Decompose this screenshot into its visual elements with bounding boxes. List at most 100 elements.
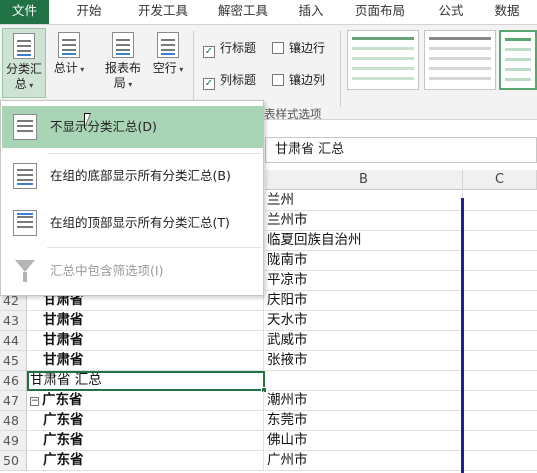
- blank-rows-icon: [157, 32, 179, 58]
- tab-decrypt[interactable]: 解密工具: [208, 0, 278, 24]
- cell-b[interactable]: 潮州市: [265, 391, 463, 411]
- cell-a-text: 广东省: [43, 432, 84, 448]
- report-layout-button[interactable]: 报表布局 ▾: [100, 28, 146, 98]
- subtotals-bottom-icon: [13, 163, 37, 189]
- cell-b[interactable]: 东莞市: [265, 411, 463, 431]
- tab-page-layout[interactable]: 页面布局: [344, 0, 416, 24]
- blank-rows-button[interactable]: 空行 ▾: [150, 28, 186, 98]
- cell-b[interactable]: [265, 371, 463, 391]
- menu-item-label: 汇总中包含筛选项(I): [50, 263, 164, 278]
- cell-c[interactable]: [463, 311, 537, 331]
- style-row: [352, 67, 414, 70]
- subtotals-button[interactable]: 分类汇总 ▾: [2, 28, 46, 98]
- banded-columns-checkbox[interactable]: 镶边列: [272, 73, 325, 87]
- pivot-style-2[interactable]: [424, 30, 496, 90]
- row-header[interactable]: 49: [0, 431, 27, 451]
- cell-a[interactable]: 广东省: [27, 411, 264, 431]
- page-break-line: [461, 198, 464, 473]
- style-row: [352, 37, 414, 40]
- pivot-style-3[interactable]: [499, 30, 537, 90]
- cell-c[interactable]: [463, 211, 537, 231]
- tab-formulas[interactable]: 公式: [428, 0, 474, 24]
- cell-b[interactable]: 庆阳市: [265, 291, 463, 311]
- cell-c[interactable]: [463, 411, 537, 431]
- style-row: [505, 38, 531, 41]
- checkbox-box: [272, 42, 284, 54]
- cell-a[interactable]: − 广东省: [27, 391, 264, 411]
- cell-b[interactable]: 天水市: [265, 311, 463, 331]
- cell-b[interactable]: 兰州: [265, 191, 463, 211]
- cell-a-text: 广东省: [43, 452, 84, 468]
- row-header[interactable]: 45: [0, 351, 27, 371]
- cell-a[interactable]: 广东省: [27, 451, 264, 471]
- pivot-style-1[interactable]: [347, 30, 419, 90]
- row-headers-checkbox[interactable]: ✓ 行标题: [203, 41, 256, 58]
- ribbon-tabs: 文件 开始 开发工具 解密工具 插入 页面布局 公式 数据: [0, 0, 537, 25]
- row-header[interactable]: 48: [0, 411, 27, 431]
- cell-a[interactable]: 广东省: [27, 431, 264, 451]
- cell-b[interactable]: 陇南市: [265, 251, 463, 271]
- cell-a[interactable]: 甘肃省: [27, 311, 264, 331]
- cell-b[interactable]: 佛山市: [265, 431, 463, 451]
- banded-rows-checkbox[interactable]: 镶边行: [272, 41, 325, 55]
- tab-data[interactable]: 数据: [484, 0, 530, 24]
- filter-icon: [15, 260, 35, 282]
- style-row: [352, 47, 414, 50]
- row-header[interactable]: 47: [0, 391, 27, 411]
- cell-c[interactable]: [463, 371, 537, 391]
- menu-divider: [47, 247, 261, 248]
- cell-b[interactable]: 兰州市: [265, 211, 463, 231]
- cell-a[interactable]: 甘肃省: [27, 351, 264, 371]
- formula-bar-input[interactable]: 甘肃省 汇总: [265, 137, 537, 163]
- checkbox-box: [272, 74, 284, 86]
- menu-item-subtotals-bottom[interactable]: 在组的底部显示所有分类汇总(B): [2, 155, 263, 197]
- subtotals-icon: [13, 33, 35, 59]
- cell-c[interactable]: [463, 291, 537, 311]
- column-header-c[interactable]: C: [463, 170, 537, 190]
- style-row: [352, 57, 414, 60]
- cell-c[interactable]: [463, 391, 537, 411]
- tab-insert[interactable]: 插入: [288, 0, 334, 24]
- style-row: [505, 48, 531, 51]
- cell-c[interactable]: [463, 351, 537, 371]
- cell-b[interactable]: 平凉市: [265, 271, 463, 291]
- grand-totals-button[interactable]: 总计 ▾: [50, 28, 88, 98]
- column-header-b[interactable]: B: [265, 170, 463, 190]
- menu-item-include-filtered[interactable]: 汇总中包含筛选项(I): [2, 250, 263, 292]
- cell-c[interactable]: [463, 271, 537, 291]
- cell-a-text: 甘肃省: [43, 352, 84, 368]
- collapse-icon[interactable]: −: [30, 397, 39, 406]
- row-header[interactable]: 46: [0, 371, 27, 391]
- row-header[interactable]: 50: [0, 451, 27, 471]
- cell-b[interactable]: 临夏回族自治州: [265, 231, 463, 251]
- no-subtotals-icon: [13, 114, 37, 140]
- cell-c[interactable]: [463, 251, 537, 271]
- cell-a-text: 甘肃省: [43, 312, 84, 328]
- cell-b[interactable]: 广州市: [265, 451, 463, 471]
- cell-b[interactable]: 武威市: [265, 331, 463, 351]
- tab-file[interactable]: 文件: [0, 0, 49, 24]
- subtotals-top-icon: [13, 210, 37, 236]
- cell-c[interactable]: [463, 431, 537, 451]
- subtotals-dropdown-menu: 不显示分类汇总(D) 在组的底部显示所有分类汇总(B) 在组的顶部显示所有分类汇…: [0, 100, 264, 296]
- tab-home[interactable]: 开始: [66, 0, 112, 24]
- cell-c[interactable]: [463, 191, 537, 211]
- cell-c[interactable]: [463, 451, 537, 471]
- column-headers-checkbox[interactable]: ✓ 列标题: [203, 73, 256, 90]
- row-header[interactable]: 44: [0, 331, 27, 351]
- cell-c[interactable]: [463, 331, 537, 351]
- style-row: [429, 77, 491, 80]
- tab-developer[interactable]: 开发工具: [128, 0, 198, 24]
- row-header[interactable]: 43: [0, 311, 27, 331]
- cell-a-text: 甘肃省: [43, 332, 84, 348]
- menu-item-subtotals-top[interactable]: 在组的顶部显示所有分类汇总(T): [2, 202, 263, 244]
- subtotals-label: 分类汇总 ▾: [5, 62, 42, 91]
- menu-item-label: 在组的顶部显示所有分类汇总(T): [50, 215, 230, 230]
- cell-a[interactable]: 甘肃省: [27, 331, 264, 351]
- style-row: [429, 47, 491, 50]
- cell-c[interactable]: [463, 231, 537, 251]
- report-layout-label: 报表布局 ▾: [104, 61, 141, 90]
- cell-b[interactable]: 张掖市: [265, 351, 463, 371]
- menu-item-no-subtotals[interactable]: 不显示分类汇总(D): [2, 106, 263, 148]
- chevron-down-icon: ▾: [26, 81, 34, 90]
